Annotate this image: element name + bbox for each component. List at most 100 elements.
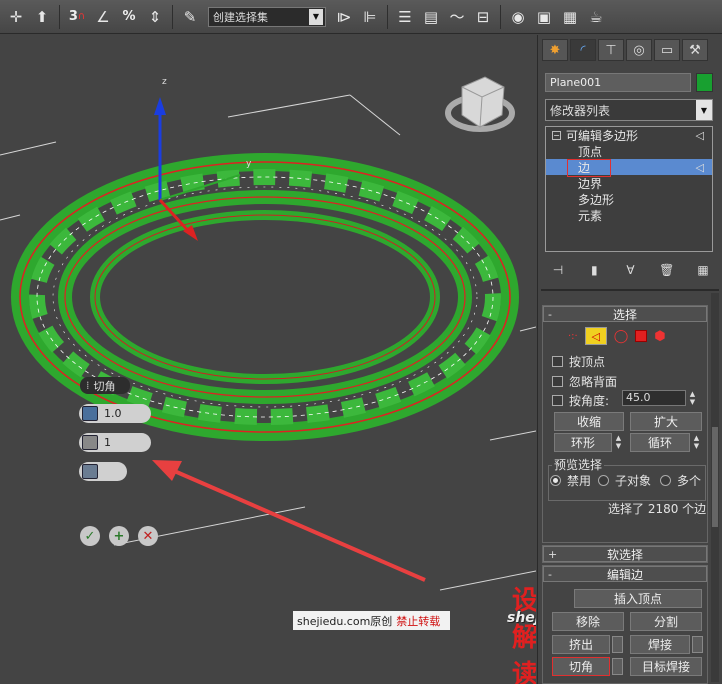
loop-button[interactable]: 循环	[630, 433, 690, 452]
element-mode-icon[interactable]: ⬢	[654, 329, 665, 344]
stack-item-label: 多边形	[578, 192, 615, 207]
caddy-cancel-button[interactable]: ✕	[138, 526, 158, 546]
collapse-icon[interactable]: -	[548, 308, 552, 321]
site-logo-cn: 设解读	[512, 586, 536, 684]
by-vertex-checkbox[interactable]: 按顶点	[552, 353, 605, 370]
radio-dot[interactable]	[660, 475, 671, 486]
motion-tab-icon[interactable]: ◎	[626, 39, 652, 61]
utilities-tab-icon[interactable]: ⚒	[682, 39, 708, 61]
make-unique-icon[interactable]: ∀	[621, 261, 641, 279]
polygon-mode-icon[interactable]	[635, 330, 648, 342]
ignore-backfacing-checkbox[interactable]: 忽略背面	[552, 373, 617, 390]
object-name-field[interactable]: Plane001	[545, 73, 691, 92]
remove-button[interactable]: 移除	[552, 612, 624, 631]
shrink-button[interactable]: 收缩	[554, 412, 624, 431]
chevron-down-icon[interactable]: ▼	[309, 8, 323, 25]
percent-snap-button[interactable]: %	[117, 4, 141, 30]
object-color-swatch[interactable]	[696, 73, 713, 92]
caddy-ok-button[interactable]: ✓	[80, 526, 100, 546]
split-button[interactable]: 分割	[630, 612, 702, 631]
gizmo-z-label: z	[162, 77, 167, 87]
preview-subobject-radio[interactable]: 子对象	[598, 472, 651, 489]
select-move-icon[interactable]: ✛	[4, 4, 28, 30]
angle-snap-icon[interactable]: ∠	[91, 4, 115, 30]
vertex-mode-icon[interactable]: ·:·	[568, 331, 578, 342]
mirror-icon[interactable]: ⧐	[332, 4, 356, 30]
ring-spinner-icon[interactable]: ▲ ▼	[614, 434, 623, 451]
material-editor-icon[interactable]: ◉	[506, 4, 530, 30]
chamfer-open-toggle[interactable]	[79, 462, 127, 481]
spinner-snap-icon[interactable]: ⇕	[143, 4, 167, 30]
checkbox-box[interactable]	[552, 395, 563, 406]
border-mode-icon[interactable]: ◯	[614, 329, 629, 344]
edit-named-selection-icon[interactable]: ✎	[178, 4, 202, 30]
angle-value-field[interactable]: 45.0	[622, 390, 686, 406]
chamfer-segments-field[interactable]: 1	[79, 433, 151, 452]
weld-button[interactable]: 焊接	[630, 635, 690, 654]
soft-selection-title: 软选择	[606, 547, 643, 562]
modify-tab-icon[interactable]: ◜	[570, 39, 596, 61]
schematic-view-icon[interactable]: ⊟	[471, 4, 495, 30]
checkbox-box[interactable]	[552, 356, 563, 367]
show-end-result-icon[interactable]: ▮	[584, 261, 604, 279]
chevron-down-icon[interactable]: ▼	[696, 100, 712, 120]
render-setup-icon[interactable]: ▣	[532, 4, 556, 30]
loop-spinner-icon[interactable]: ▲ ▼	[692, 434, 701, 451]
expand-icon[interactable]: +	[548, 548, 557, 561]
preview-disabled-radio[interactable]: 禁用	[550, 472, 591, 489]
scene-render	[0, 76, 536, 591]
named-selection-dropdown[interactable]: 创建选择集 ▼	[208, 6, 326, 27]
ring-button[interactable]: 环形	[554, 433, 612, 452]
chamfer-button[interactable]: 切角	[552, 657, 610, 676]
caddy-apply-button[interactable]: +	[109, 526, 129, 546]
stack-item-label: 边界	[578, 176, 603, 191]
display-tab-icon[interactable]: ▭	[654, 39, 680, 61]
hierarchy-tab-icon[interactable]: ⊤	[598, 39, 624, 61]
angle-spinner-icon[interactable]: ▲ ▼	[688, 390, 697, 407]
stack-item-vertex[interactable]: 顶点	[546, 143, 712, 159]
pin-stack-icon[interactable]: ⊣	[548, 261, 568, 279]
caddy-grip-icon[interactable]: ⁞	[86, 379, 90, 392]
perspective-viewport[interactable]: z y ⁞ 切角 1.0 1 ✓ + ✕ 设解读 shejiedu.com sh…	[0, 35, 536, 684]
stack-root-item[interactable]: − 可编辑多边形 ◁	[546, 127, 712, 143]
modifier-list-dropdown[interactable]: 修改器列表 ▼	[545, 99, 713, 121]
collapse-icon[interactable]: −	[552, 130, 561, 140]
scrollbar-thumb[interactable]	[712, 427, 718, 527]
render-frame-icon[interactable]: ▦	[558, 4, 582, 30]
extrude-button[interactable]: 挤出	[552, 635, 610, 654]
stack-item-polygon[interactable]: 多边形	[546, 191, 712, 207]
stack-item-border[interactable]: 边界	[546, 175, 712, 191]
remove-modifier-icon[interactable]: 🗑	[657, 261, 677, 279]
weld-settings-icon[interactable]	[692, 636, 703, 653]
configure-sets-icon[interactable]: ▦	[693, 261, 713, 279]
edit-edges-header[interactable]: - 编辑边	[543, 566, 707, 582]
by-angle-checkbox[interactable]: 按角度:	[552, 392, 609, 409]
stack-item-label: 顶点	[578, 144, 603, 159]
radio-dot[interactable]	[550, 475, 561, 486]
align-icon[interactable]: ⊫	[358, 4, 382, 30]
collapse-icon[interactable]: -	[548, 568, 552, 581]
panel-scrollbar[interactable]	[711, 293, 719, 682]
extrude-settings-icon[interactable]	[612, 636, 623, 653]
create-tab-icon[interactable]: ✸	[542, 39, 568, 61]
place-icon[interactable]: ⬆	[30, 4, 54, 30]
radio-dot[interactable]	[598, 475, 609, 486]
stack-item-element[interactable]: 元素	[546, 207, 712, 223]
target-weld-button[interactable]: 目标焊接	[630, 657, 702, 676]
selection-rollout-header[interactable]: - 选择	[543, 306, 707, 322]
checkbox-box[interactable]	[552, 376, 563, 387]
snap-toggle-button[interactable]: 3 ∩	[65, 4, 89, 30]
render-icon[interactable]: ☕	[584, 4, 608, 30]
subobject-flag-icon: ◁	[695, 160, 704, 174]
chamfer-amount-field[interactable]: 1.0	[79, 404, 151, 423]
preview-multi-radio[interactable]: 多个	[660, 472, 701, 489]
layer-manager-icon[interactable]: ☰	[393, 4, 417, 30]
curve-editor-icon[interactable]: 〜	[445, 4, 469, 30]
chamfer-settings-icon[interactable]	[612, 658, 623, 675]
selection-rollout-title: 选择	[612, 307, 637, 322]
grow-button[interactable]: 扩大	[630, 412, 702, 431]
insert-vertex-button[interactable]: 插入顶点	[574, 589, 702, 608]
edge-mode-icon[interactable]: ◁	[584, 327, 607, 345]
scene-explorer-icon[interactable]: ▤	[419, 4, 443, 30]
soft-selection-header[interactable]: + 软选择	[543, 546, 707, 562]
